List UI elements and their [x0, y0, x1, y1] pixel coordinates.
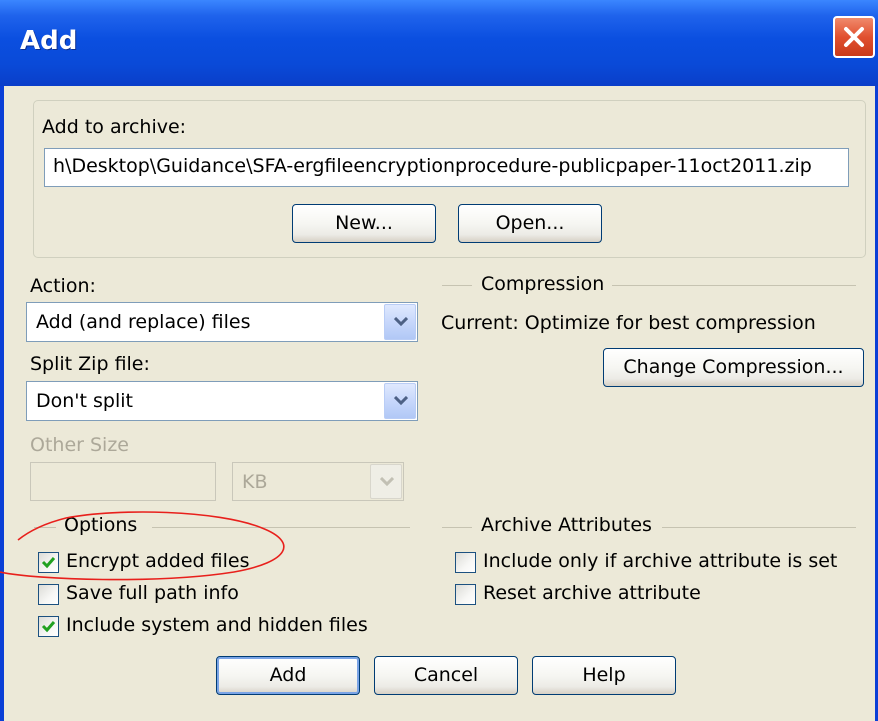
attributes-separator-right — [662, 527, 856, 528]
title-bar[interactable]: Add — [0, 0, 878, 86]
reset-attr-label[interactable]: Reset archive attribute — [483, 582, 701, 604]
split-dropdown-arrow[interactable] — [384, 383, 416, 419]
add-dialog: Add Add to archive: h\Desktop\Guidance\S… — [0, 0, 878, 721]
close-icon — [844, 27, 864, 47]
open-button[interactable]: Open... — [458, 204, 602, 243]
reset-attr-checkbox[interactable] — [455, 584, 476, 605]
include-hidden-label[interactable]: Include system and hidden files — [66, 614, 368, 636]
archive-attr-only-label[interactable]: Include only if archive attribute is set — [483, 550, 837, 572]
chevron-down-icon — [394, 396, 408, 406]
options-header: Options — [64, 514, 138, 536]
change-compression-button[interactable]: Change Compression... — [603, 348, 864, 387]
chevron-down-icon — [394, 317, 408, 327]
encrypt-checkbox[interactable] — [38, 552, 59, 573]
checkmark-icon — [41, 557, 56, 569]
other-size-label: Other Size — [30, 434, 129, 456]
action-select[interactable]: Add (and replace) files — [26, 302, 418, 342]
annotation-circle — [0, 511, 285, 581]
options-separator-left — [34, 527, 56, 528]
options-separator-right — [152, 527, 410, 528]
other-size-unit-value: KB — [242, 471, 268, 493]
save-path-checkbox[interactable] — [38, 584, 59, 605]
archive-attr-only-checkbox[interactable] — [455, 552, 476, 573]
chevron-down-icon — [380, 477, 394, 487]
checkmark-icon — [41, 621, 56, 633]
cancel-button[interactable]: Cancel — [374, 656, 518, 695]
action-dropdown-arrow[interactable] — [384, 304, 416, 340]
split-label: Split Zip file: — [30, 353, 150, 375]
window-title: Add — [20, 26, 78, 56]
add-button[interactable]: Add — [216, 656, 360, 695]
save-path-label[interactable]: Save full path info — [66, 582, 239, 604]
split-select[interactable]: Don't split — [26, 381, 418, 421]
dialog-body: Add to archive: h\Desktop\Guidance\SFA-e… — [0, 86, 875, 721]
archive-label: Add to archive: — [42, 116, 187, 138]
split-select-value: Don't split — [36, 390, 133, 412]
compression-separator-left — [442, 285, 472, 286]
attributes-separator-left — [442, 527, 472, 528]
new-button[interactable]: New... — [292, 204, 436, 243]
encrypt-label[interactable]: Encrypt added files — [66, 550, 250, 572]
action-label: Action: — [30, 275, 96, 297]
other-size-unit-select[interactable]: KB — [232, 462, 404, 501]
other-size-input[interactable] — [30, 462, 216, 501]
close-button[interactable] — [833, 16, 875, 58]
archive-path-input[interactable]: h\Desktop\Guidance\SFA-ergfileencryption… — [44, 148, 849, 187]
compression-header: Compression — [481, 273, 605, 295]
unit-dropdown-arrow[interactable] — [370, 464, 402, 499]
include-hidden-checkbox[interactable] — [38, 616, 59, 637]
action-select-value: Add (and replace) files — [36, 311, 251, 333]
archive-attributes-header: Archive Attributes — [481, 514, 652, 536]
help-button[interactable]: Help — [532, 656, 676, 695]
current-compression-text: Current: Optimize for best compression — [441, 312, 816, 334]
compression-separator-right — [612, 285, 856, 286]
